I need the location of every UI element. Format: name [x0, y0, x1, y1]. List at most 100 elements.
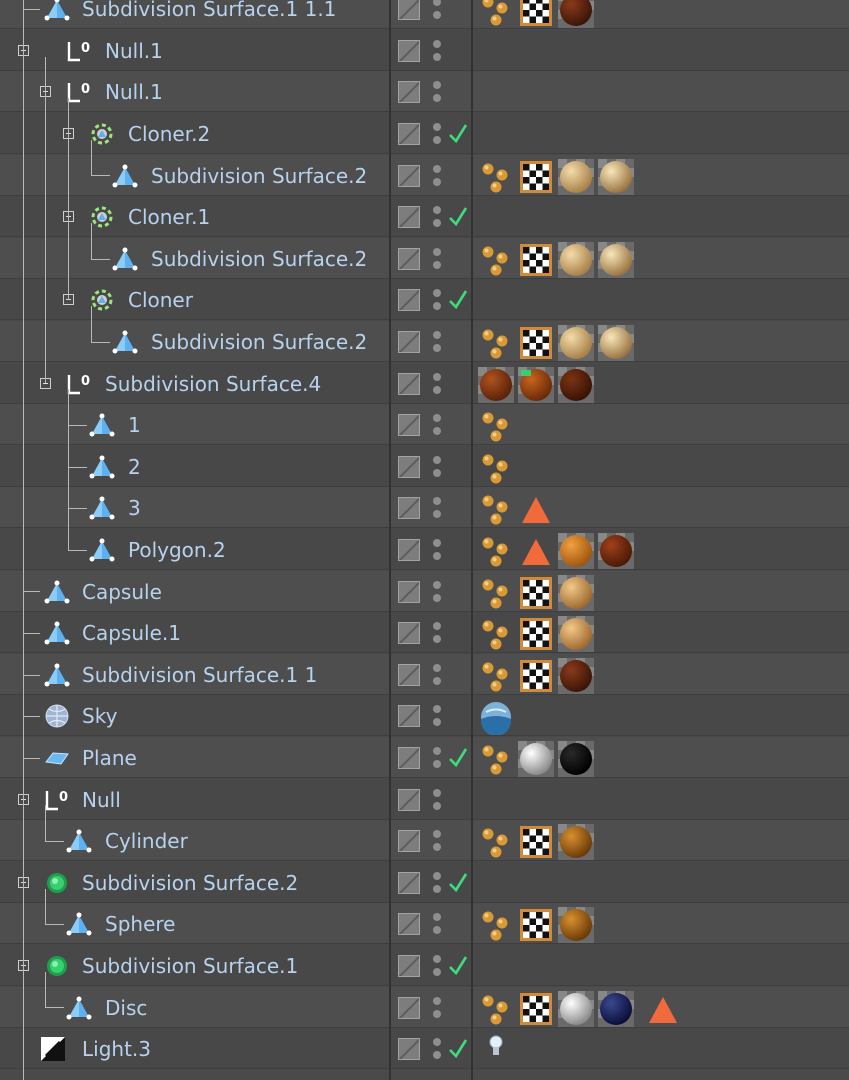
- name-cell[interactable]: Subdivision Surface.1 1.1: [0, 0, 390, 29]
- layer-toggle[interactable]: [398, 789, 420, 811]
- name-cell[interactable]: 0 Null.1: [0, 30, 390, 71]
- layer-toggle[interactable]: [398, 289, 420, 311]
- render-visibility-dot[interactable]: [433, 11, 441, 19]
- object-row[interactable]: Sky: [0, 695, 849, 736]
- editor-visibility-dot[interactable]: [433, 206, 441, 214]
- enabled-check-icon[interactable]: [447, 285, 469, 311]
- object-row[interactable]: Subdivision Surface.2: [0, 321, 849, 362]
- object-row[interactable]: Cloner: [0, 279, 849, 320]
- object-row[interactable]: Disc: [0, 987, 849, 1028]
- render-visibility-dot[interactable]: [433, 677, 441, 685]
- uvw-tag-icon[interactable]: [518, 907, 554, 943]
- material-dark-wood[interactable]: [558, 658, 594, 694]
- object-row[interactable]: 2: [0, 446, 849, 487]
- material-checker-orange[interactable]: [558, 533, 594, 569]
- editor-visibility-dot[interactable]: [433, 705, 441, 713]
- object-name[interactable]: Null.1: [105, 39, 163, 63]
- object-name[interactable]: Sky: [82, 704, 117, 728]
- object-row[interactable]: Plane: [0, 737, 849, 778]
- object-row[interactable]: Subdivision Surface.2: [0, 862, 849, 903]
- object-row[interactable]: Subdivision Surface.2: [0, 155, 849, 196]
- editor-visibility-dot[interactable]: [433, 1038, 441, 1046]
- material-black[interactable]: [558, 741, 594, 777]
- editor-visibility-dot[interactable]: [433, 165, 441, 173]
- object-name[interactable]: Cylinder: [105, 829, 188, 853]
- layer-toggle[interactable]: [398, 414, 420, 436]
- material-dark-wood[interactable]: [558, 0, 594, 28]
- render-visibility-dot[interactable]: [433, 802, 441, 810]
- uvw-tag-icon[interactable]: [518, 159, 554, 195]
- object-name[interactable]: Subdivision Surface.4: [105, 372, 321, 396]
- layer-toggle[interactable]: [398, 664, 420, 686]
- editor-visibility-dot[interactable]: [433, 913, 441, 921]
- object-row[interactable]: 0 Null.1: [0, 30, 849, 71]
- phong-tag-icon[interactable]: [478, 242, 514, 278]
- material-checker-brown[interactable]: [598, 533, 634, 569]
- light-tag-icon[interactable]: [478, 1032, 514, 1068]
- object-row[interactable]: Subdivision Surface.1 1.1: [0, 0, 849, 29]
- object-name[interactable]: Null.1: [105, 80, 163, 104]
- layer-toggle[interactable]: [398, 248, 420, 270]
- object-name[interactable]: Light.3: [82, 1037, 151, 1061]
- phong-tag-icon[interactable]: [478, 533, 514, 569]
- editor-visibility-dot[interactable]: [433, 414, 441, 422]
- object-name[interactable]: Subdivision Surface.2: [151, 247, 367, 271]
- editor-visibility-dot[interactable]: [433, 789, 441, 797]
- material-beige[interactable]: [558, 159, 594, 195]
- name-cell[interactable]: Cloner: [0, 279, 390, 320]
- phong-tag-icon[interactable]: [478, 658, 514, 694]
- enabled-check-icon[interactable]: [447, 951, 469, 977]
- render-visibility-dot[interactable]: [433, 718, 441, 726]
- render-visibility-dot[interactable]: [433, 635, 441, 643]
- render-visibility-dot[interactable]: [433, 843, 441, 851]
- name-cell[interactable]: Cloner.1: [0, 196, 390, 237]
- material-rust-selected[interactable]: [518, 367, 554, 403]
- name-cell[interactable]: 3: [0, 487, 390, 528]
- name-cell[interactable]: Subdivision Surface.2: [0, 862, 390, 903]
- render-visibility-dot[interactable]: [433, 219, 441, 227]
- object-name[interactable]: Subdivision Surface.1 1.1: [82, 0, 336, 21]
- uvw-tag-icon[interactable]: [518, 325, 554, 361]
- object-name[interactable]: Polygon.2: [128, 538, 226, 562]
- object-row[interactable]: Subdivision Surface.2: [0, 238, 849, 279]
- enabled-check-icon[interactable]: [447, 1034, 469, 1060]
- render-visibility-dot[interactable]: [433, 344, 441, 352]
- phong-tag-icon[interactable]: [478, 824, 514, 860]
- layer-toggle[interactable]: [398, 872, 420, 894]
- render-visibility-dot[interactable]: [433, 552, 441, 560]
- editor-visibility-dot[interactable]: [433, 539, 441, 547]
- material-gold[interactable]: [558, 824, 594, 860]
- editor-visibility-dot[interactable]: [433, 955, 441, 963]
- material-white[interactable]: [558, 991, 594, 1027]
- name-cell[interactable]: 2: [0, 446, 390, 487]
- render-visibility-dot[interactable]: [433, 469, 441, 477]
- uvw-tag-icon[interactable]: [518, 616, 554, 652]
- object-row[interactable]: Subdivision Surface.1 1: [0, 654, 849, 695]
- object-row[interactable]: Capsule.1: [0, 612, 849, 653]
- name-cell[interactable]: 0 Null: [0, 779, 390, 820]
- object-row[interactable]: Subdivision Surface.1: [0, 945, 849, 986]
- editor-visibility-dot[interactable]: [433, 0, 441, 6]
- editor-visibility-dot[interactable]: [433, 872, 441, 880]
- editor-visibility-dot[interactable]: [433, 622, 441, 630]
- render-visibility-dot[interactable]: [433, 510, 441, 518]
- layer-toggle[interactable]: [398, 206, 420, 228]
- name-cell[interactable]: Light.3: [0, 1028, 390, 1069]
- material-dark-rust[interactable]: [558, 367, 594, 403]
- layer-toggle[interactable]: [398, 456, 420, 478]
- name-cell[interactable]: Subdivision Surface.2: [0, 238, 390, 279]
- object-name[interactable]: Sphere: [105, 912, 175, 936]
- layer-toggle[interactable]: [398, 955, 420, 977]
- object-row[interactable]: 0 Null.1: [0, 71, 849, 112]
- enabled-check-icon[interactable]: [447, 868, 469, 894]
- object-row[interactable]: 3: [0, 487, 849, 528]
- uvw-tag-icon[interactable]: [518, 575, 554, 611]
- render-visibility-dot[interactable]: [433, 594, 441, 602]
- editor-visibility-dot[interactable]: [433, 456, 441, 464]
- phong-tag-icon[interactable]: [478, 0, 514, 28]
- phong-tag-icon[interactable]: [478, 616, 514, 652]
- layer-toggle[interactable]: [398, 581, 420, 603]
- phong-tag-icon[interactable]: [478, 491, 514, 527]
- name-cell[interactable]: Subdivision Surface.2: [0, 321, 390, 362]
- uvw-tag-icon[interactable]: [518, 991, 554, 1027]
